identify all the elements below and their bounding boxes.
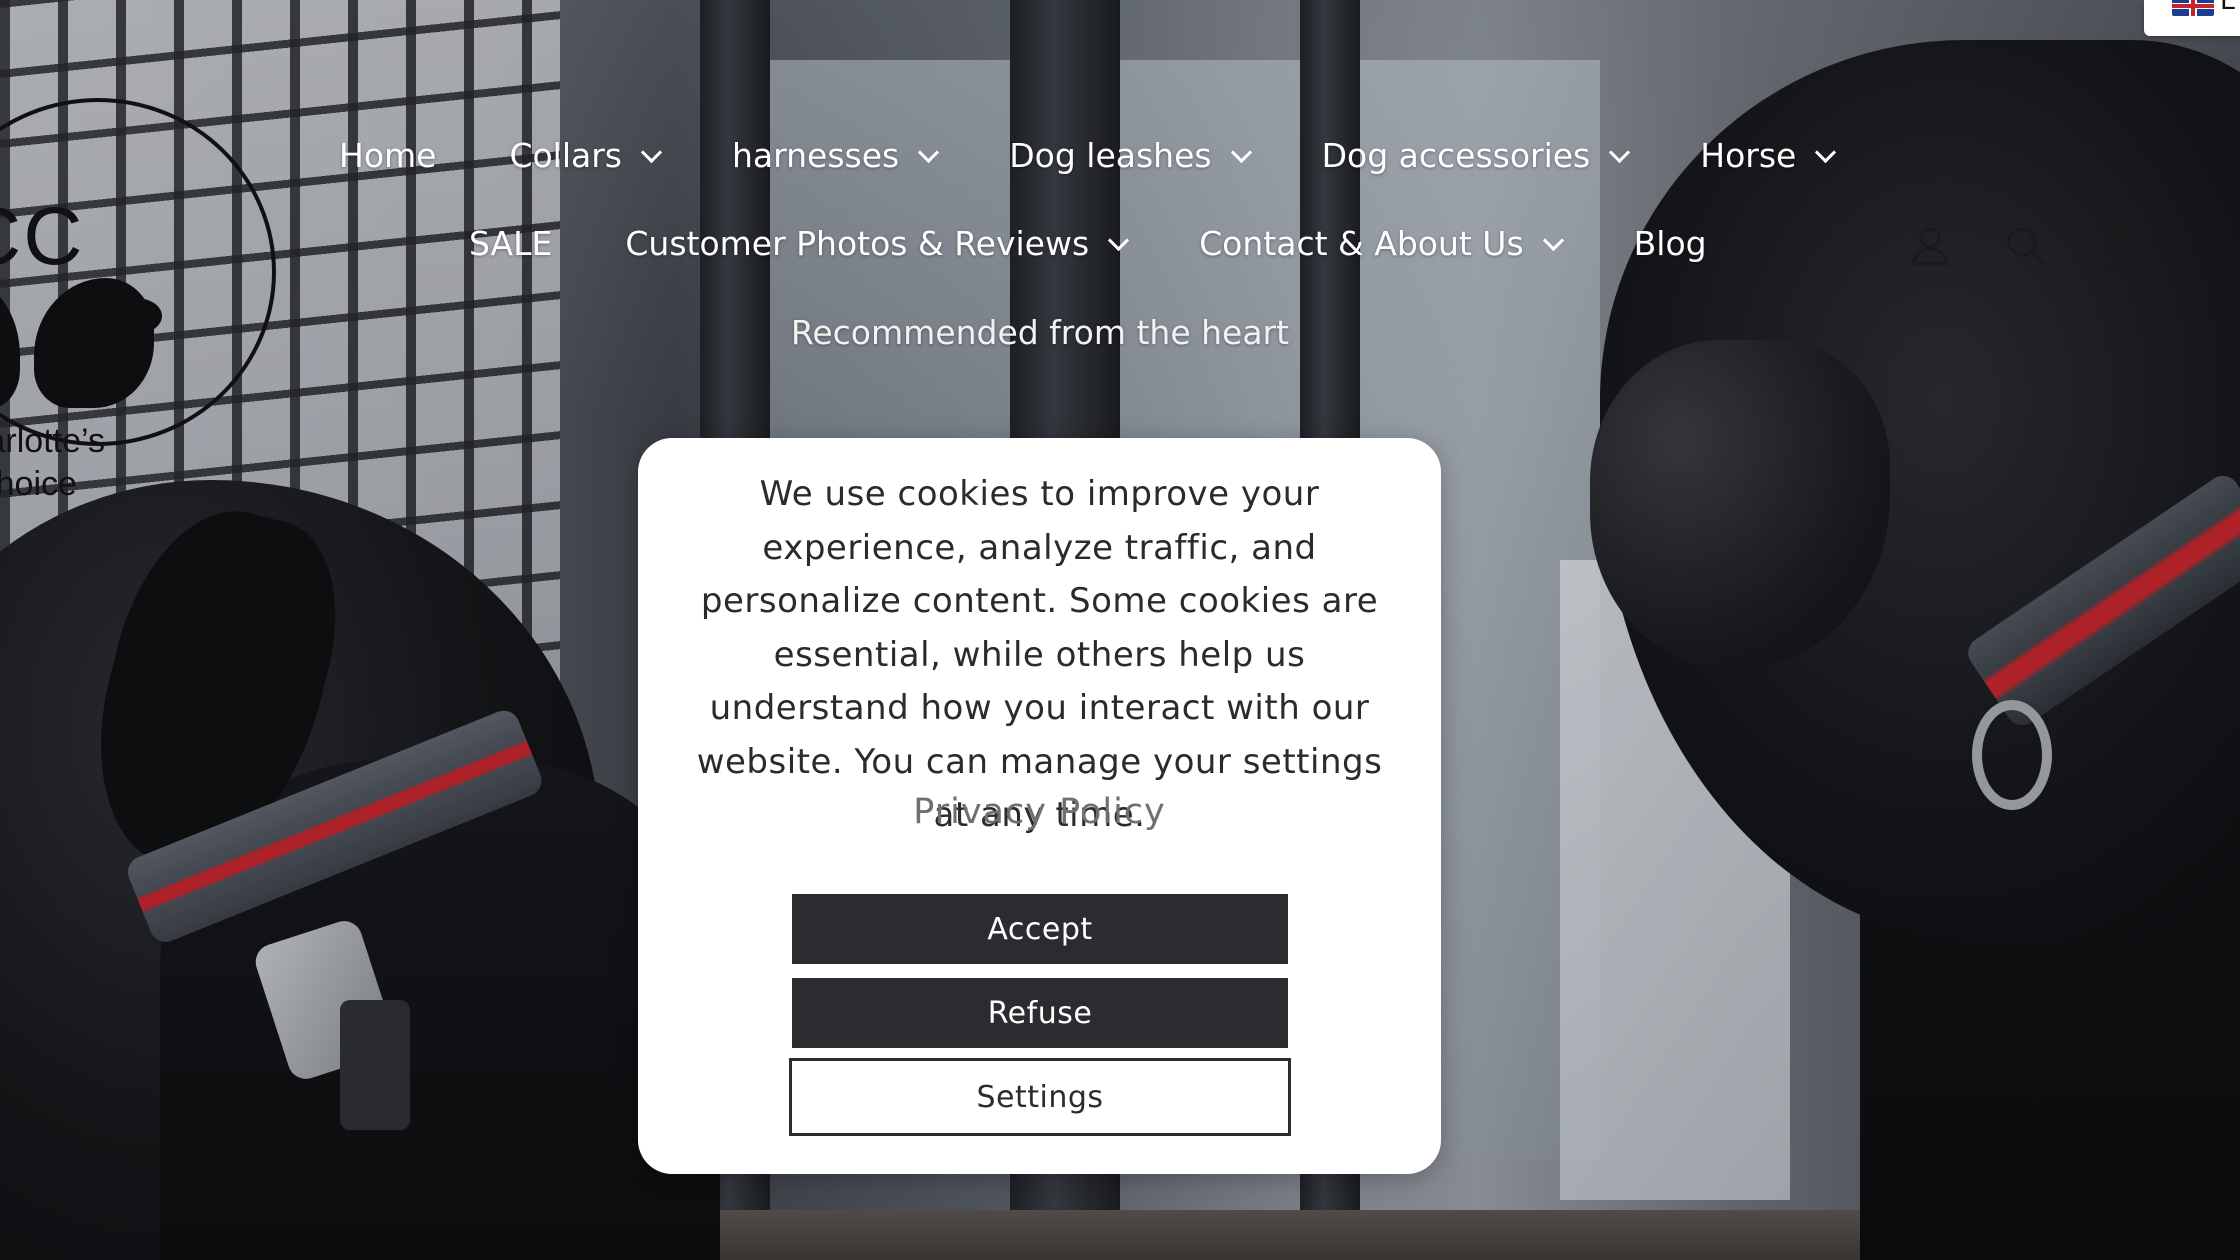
main-nav-row-1: Home Collars harnesses Dog leashes Dog a… (339, 136, 1837, 175)
chevron-down-icon (1230, 141, 1252, 164)
chevron-down-icon (1542, 229, 1564, 252)
account-icon[interactable] (1906, 222, 1954, 270)
search-icon[interactable] (2002, 222, 2050, 270)
page: CC Charlotte’s Choice E Home Collars har… (0, 0, 2240, 1260)
cart-icon[interactable] (2098, 222, 2146, 270)
logo-monogram: CC (0, 191, 85, 282)
nav-item-sale[interactable]: SALE (469, 224, 552, 263)
nav-item-collars[interactable]: Collars (509, 136, 663, 175)
nav-item-blog[interactable]: Blog (1634, 224, 1707, 263)
language-code: E (2220, 0, 2237, 16)
header-actions (1906, 222, 2194, 270)
chevron-down-icon (1815, 141, 1837, 164)
site-tagline: Recommended from the heart (790, 313, 1290, 352)
privacy-policy-link[interactable]: Privacy Policy (638, 792, 1441, 832)
nav-item-contact-about-us[interactable]: Contact & About Us (1199, 224, 1564, 263)
logo-wordmark: Charlotte’s Choice (0, 422, 105, 503)
chevron-down-icon (1108, 229, 1130, 252)
nav-item-customer-photos-reviews[interactable]: Customer Photos & Reviews (625, 224, 1130, 263)
chevron-down-icon (640, 141, 663, 164)
nav-item-dog-accessories[interactable]: Dog accessories (1322, 136, 1631, 175)
nav-item-horse[interactable]: Horse (1700, 136, 1837, 175)
language-selector[interactable]: E (2144, 0, 2240, 36)
cookie-message: We use cookies to improve your experienc… (696, 474, 1383, 835)
nav-item-harnesses[interactable]: harnesses (732, 136, 940, 175)
cookie-consent-dialog: We use cookies to improve your experienc… (638, 438, 1441, 1174)
accept-cookies-button[interactable]: Accept (792, 894, 1288, 964)
nav-item-home[interactable]: Home (339, 136, 436, 175)
chevron-down-icon (1609, 141, 1631, 164)
main-nav-row-2: SALE Customer Photos & Reviews Contact &… (469, 224, 1707, 263)
uk-flag-icon (2172, 0, 2214, 16)
refuse-cookies-button[interactable]: Refuse (792, 978, 1288, 1048)
nav-item-dog-leashes[interactable]: Dog leashes (1009, 136, 1252, 175)
cookie-settings-button[interactable]: Settings (789, 1058, 1291, 1136)
chevron-down-icon (918, 141, 940, 164)
